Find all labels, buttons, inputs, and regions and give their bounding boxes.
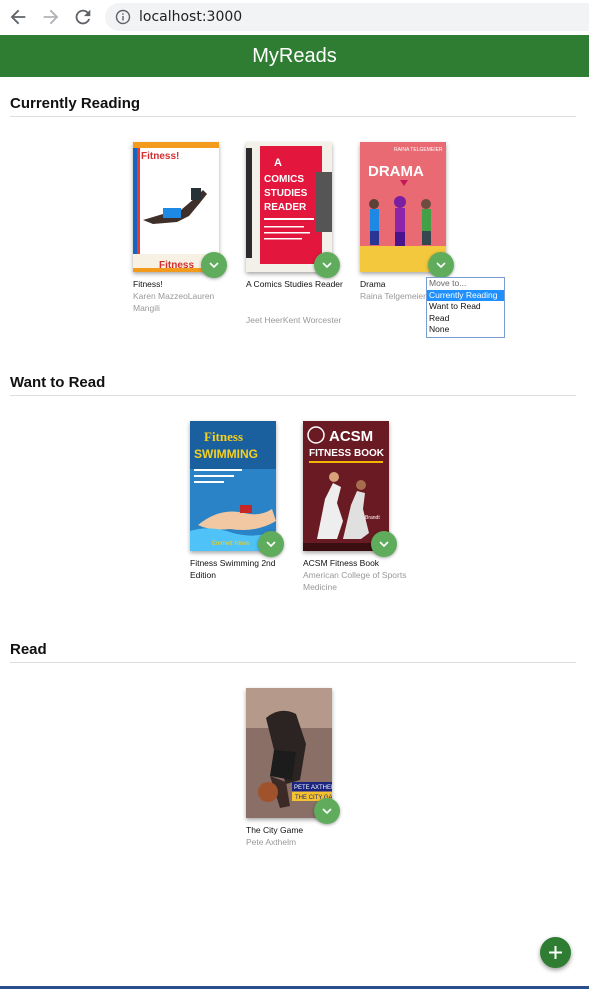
book-cover[interactable]: A COMICS STUDIES READER bbox=[246, 142, 332, 272]
browser-toolbar: localhost:3000 bbox=[0, 0, 589, 36]
svg-text:Fitness: Fitness bbox=[204, 429, 243, 444]
book-cover[interactable]: ACSM FITNESS BOOK Brandt bbox=[303, 421, 389, 551]
svg-text:PETE AXTHELM: PETE AXTHELM bbox=[294, 785, 332, 791]
dropdown-option[interactable]: Currently Reading bbox=[427, 289, 504, 301]
dropdown-option[interactable]: None bbox=[427, 324, 504, 336]
dropdown-option[interactable]: Want to Read bbox=[427, 301, 504, 313]
chevron-down-icon bbox=[322, 262, 332, 269]
shelf-changer-button[interactable] bbox=[201, 252, 227, 278]
shelf-divider bbox=[10, 395, 576, 396]
shelf-changer-button[interactable] bbox=[258, 531, 284, 557]
chevron-down-icon bbox=[322, 808, 332, 815]
chevron-down-icon bbox=[379, 541, 389, 548]
book-title: The City Game bbox=[246, 825, 304, 835]
book-authors: Karen MazzeoLauren Mangili bbox=[133, 291, 215, 313]
book-title: Fitness Swimming 2nd Edition bbox=[190, 558, 276, 580]
book-title: A Comics Studies Reader bbox=[246, 279, 343, 289]
shelf-title: Want to Read bbox=[10, 374, 106, 391]
book-cover[interactable]: Fitness! Fitness bbox=[133, 142, 219, 272]
shelf-title: Read bbox=[10, 641, 47, 658]
info-icon[interactable] bbox=[115, 9, 131, 25]
page-title: MyReads bbox=[252, 45, 337, 67]
svg-text:RAINA TELGEMEIER: RAINA TELGEMEIER bbox=[394, 147, 443, 153]
book-title: ACSM Fitness Book bbox=[303, 558, 380, 568]
book-cover[interactable]: Fitness SWIMMING Emmett Hines bbox=[190, 421, 276, 551]
shelf-changer-button[interactable] bbox=[428, 252, 454, 278]
book-cover[interactable]: PETE AXTHELM THE CITY GAME bbox=[246, 688, 332, 818]
address-bar[interactable]: localhost:3000 bbox=[105, 3, 589, 31]
shelf-title: Currently Reading bbox=[10, 95, 141, 112]
forward-arrow-icon[interactable] bbox=[40, 6, 62, 28]
shelf-changer-button[interactable] bbox=[314, 798, 340, 824]
book-authors: American College of Sports Medicine bbox=[303, 570, 407, 592]
reload-icon[interactable] bbox=[72, 6, 94, 28]
svg-text:Emmett Hines: Emmett Hines bbox=[212, 541, 250, 547]
plus-icon bbox=[549, 946, 562, 959]
shelf-divider bbox=[10, 116, 576, 117]
shelf-changer-button[interactable] bbox=[371, 531, 397, 557]
back-arrow-icon[interactable] bbox=[7, 6, 29, 28]
svg-text:ACSM: ACSM bbox=[329, 428, 373, 445]
svg-text:Brandt: Brandt bbox=[365, 515, 380, 521]
svg-text:A: A bbox=[274, 157, 282, 169]
svg-text:FITNESS BOOK: FITNESS BOOK bbox=[309, 448, 385, 459]
shelf-changer-button[interactable] bbox=[314, 252, 340, 278]
svg-text:COMICS: COMICS bbox=[264, 174, 304, 185]
chevron-down-icon bbox=[266, 541, 276, 548]
svg-text:READER: READER bbox=[264, 202, 307, 213]
chevron-down-icon bbox=[436, 262, 446, 269]
book-authors: Jeet HeerKent Worcester bbox=[246, 315, 342, 325]
book-authors: Pete Axthelm bbox=[246, 837, 297, 847]
chevron-down-icon bbox=[209, 262, 219, 269]
dropdown-option: Move to... bbox=[429, 278, 467, 288]
shelf-select-dropdown[interactable]: Move to... Currently Reading Want to Rea… bbox=[426, 277, 505, 338]
dropdown-option[interactable]: Read bbox=[427, 313, 504, 325]
add-book-button[interactable] bbox=[540, 937, 571, 968]
svg-text:DRAMA: DRAMA bbox=[368, 163, 424, 180]
svg-text:STUDIES: STUDIES bbox=[264, 188, 308, 199]
book-title: Fitness! bbox=[133, 279, 163, 289]
svg-text:SWIMMING: SWIMMING bbox=[194, 447, 258, 461]
app-header: MyReads bbox=[0, 35, 589, 77]
shelf-divider bbox=[10, 662, 576, 663]
url-text: localhost:3000 bbox=[139, 9, 243, 25]
svg-text:Fitness!: Fitness! bbox=[141, 151, 179, 162]
book-cover[interactable]: RAINA TELGEMEIER DRAMA bbox=[360, 142, 446, 272]
